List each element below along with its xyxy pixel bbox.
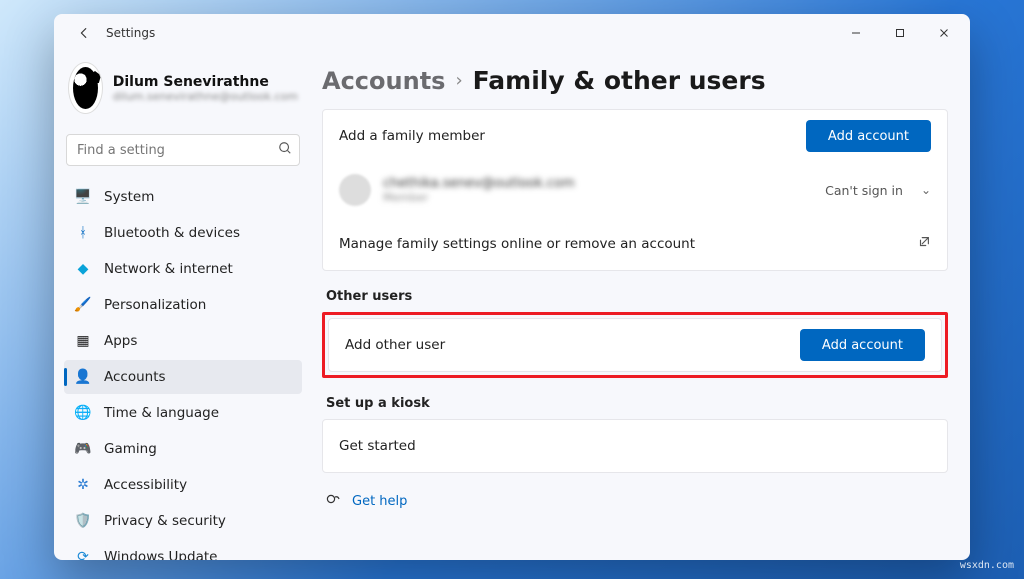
search-icon bbox=[278, 141, 292, 159]
other-users-header: Other users bbox=[326, 289, 948, 304]
apps-icon: ▦ bbox=[74, 332, 92, 350]
member-status: Can't sign in bbox=[825, 183, 903, 198]
breadcrumb-category[interactable]: Accounts bbox=[322, 67, 445, 95]
chevron-down-icon[interactable]: ⌄ bbox=[921, 183, 931, 197]
sidebar-item-personalization[interactable]: 🖌️ Personalization bbox=[64, 288, 302, 322]
sidebar-item-windows-update[interactable]: ⟳ Windows Update bbox=[64, 540, 302, 560]
family-card: Add a family member Add account chethika… bbox=[322, 109, 948, 271]
help-icon bbox=[326, 491, 342, 511]
nav-label: Gaming bbox=[104, 441, 157, 457]
privacy-icon: 🛡️ bbox=[74, 512, 92, 530]
sidebar-item-apps[interactable]: ▦ Apps bbox=[64, 324, 302, 358]
nav-label: Time & language bbox=[104, 405, 219, 421]
breadcrumb: Accounts › Family & other users bbox=[322, 56, 948, 109]
add-family-member-row: Add a family member Add account bbox=[323, 110, 947, 162]
system-icon: 🖥️ bbox=[74, 188, 92, 206]
add-other-user-label: Add other user bbox=[345, 337, 800, 353]
nav-label: Windows Update bbox=[104, 549, 217, 560]
kiosk-get-started-label: Get started bbox=[339, 438, 931, 454]
nav-label: Privacy & security bbox=[104, 513, 226, 529]
sidebar-item-bluetooth[interactable]: ᚼ Bluetooth & devices bbox=[64, 216, 302, 250]
kiosk-card: Get started bbox=[322, 419, 948, 473]
network-icon: ◆ bbox=[74, 260, 92, 278]
sidebar-item-gaming[interactable]: 🎮 Gaming bbox=[64, 432, 302, 466]
search-input[interactable] bbox=[66, 134, 300, 166]
page-title: Family & other users bbox=[473, 66, 766, 95]
time-language-icon: 🌐 bbox=[74, 404, 92, 422]
nav-label: System bbox=[104, 189, 154, 205]
maximize-button[interactable] bbox=[878, 18, 922, 48]
manage-family-row[interactable]: Manage family settings online or remove … bbox=[323, 218, 947, 270]
accounts-icon: 👤 bbox=[74, 368, 92, 386]
nav-label: Bluetooth & devices bbox=[104, 225, 240, 241]
nav-label: Accessibility bbox=[104, 477, 187, 493]
settings-window: Settings Dilum Senevirathne dilum.senevi… bbox=[54, 14, 970, 560]
external-link-icon bbox=[917, 235, 931, 253]
titlebar: Settings bbox=[54, 14, 970, 52]
kiosk-get-started-row[interactable]: Get started bbox=[323, 420, 947, 472]
personalization-icon: 🖌️ bbox=[74, 296, 92, 314]
search-box bbox=[66, 134, 300, 166]
profile-email: dilum.senevirathne@outlook.com bbox=[113, 90, 298, 103]
chevron-right-icon: › bbox=[455, 70, 462, 91]
sidebar-item-accessibility[interactable]: ✲ Accessibility bbox=[64, 468, 302, 502]
add-family-member-label: Add a family member bbox=[339, 128, 806, 144]
sidebar-item-accounts[interactable]: 👤 Accounts bbox=[64, 360, 302, 394]
add-other-user-row: Add other user Add account bbox=[329, 319, 941, 371]
close-button[interactable] bbox=[922, 18, 966, 48]
bluetooth-icon: ᚼ bbox=[74, 224, 92, 242]
gaming-icon: 🎮 bbox=[74, 440, 92, 458]
get-help-link[interactable]: Get help bbox=[352, 494, 407, 509]
accessibility-icon: ✲ bbox=[74, 476, 92, 494]
nav-label: Apps bbox=[104, 333, 137, 349]
highlight-add-other-user: Add other user Add account bbox=[322, 312, 948, 378]
main-panel: Accounts › Family & other users Add a fa… bbox=[312, 52, 970, 560]
minimize-button[interactable] bbox=[834, 18, 878, 48]
manage-family-label: Manage family settings online or remove … bbox=[339, 236, 917, 252]
profile-block[interactable]: Dilum Senevirathne dilum.senevirathne@ou… bbox=[64, 58, 302, 126]
profile-name: Dilum Senevirathne bbox=[113, 74, 298, 90]
sidebar-item-network[interactable]: ◆ Network & internet bbox=[64, 252, 302, 286]
member-role: Member bbox=[383, 191, 813, 204]
windows-update-icon: ⟳ bbox=[74, 548, 92, 560]
nav-label: Accounts bbox=[104, 369, 166, 385]
avatar bbox=[68, 62, 103, 114]
content: Dilum Senevirathne dilum.senevirathne@ou… bbox=[54, 52, 970, 560]
watermark: wsxdn.com bbox=[960, 560, 1014, 571]
window-title: Settings bbox=[106, 26, 155, 40]
sidebar: Dilum Senevirathne dilum.senevirathne@ou… bbox=[54, 52, 312, 560]
member-name: chethika.senev@outlook.com bbox=[383, 176, 813, 191]
sidebar-item-time-language[interactable]: 🌐 Time & language bbox=[64, 396, 302, 430]
nav: 🖥️ System ᚼ Bluetooth & devices ◆ Network &… bbox=[64, 180, 302, 560]
add-other-account-button[interactable]: Add account bbox=[800, 329, 925, 361]
sidebar-item-privacy[interactable]: 🛡️ Privacy & security bbox=[64, 504, 302, 538]
member-avatar bbox=[339, 174, 371, 206]
nav-label: Network & internet bbox=[104, 261, 233, 277]
family-member-row[interactable]: chethika.senev@outlook.com Member Can't … bbox=[323, 162, 947, 218]
back-button[interactable] bbox=[68, 19, 100, 47]
sidebar-item-system[interactable]: 🖥️ System bbox=[64, 180, 302, 214]
add-family-account-button[interactable]: Add account bbox=[806, 120, 931, 152]
nav-label: Personalization bbox=[104, 297, 206, 313]
kiosk-header: Set up a kiosk bbox=[326, 396, 948, 411]
get-help-row: Get help bbox=[322, 477, 948, 525]
